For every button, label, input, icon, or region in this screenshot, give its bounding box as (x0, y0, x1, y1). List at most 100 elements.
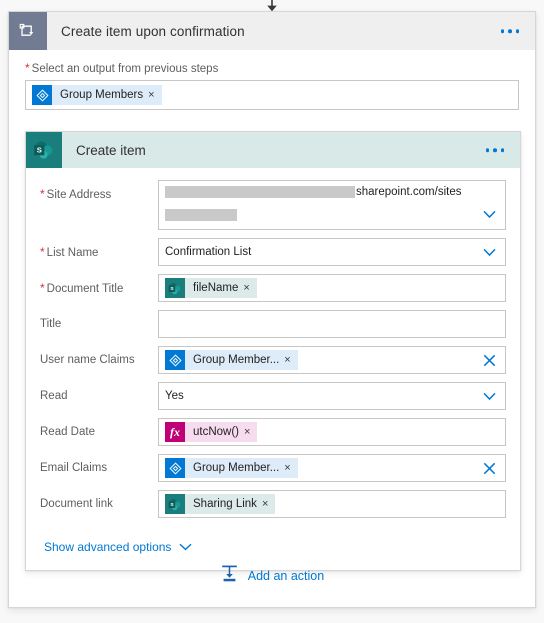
foreach-input-field[interactable]: Group Members × (25, 80, 519, 110)
redacted-text-block (165, 209, 237, 221)
token-remove-icon[interactable]: × (262, 498, 268, 510)
add-action-icon (220, 564, 239, 588)
list-name-combobox[interactable]: Confirmation List (158, 238, 506, 266)
sharepoint-icon: S (165, 494, 185, 514)
sharepoint-icon: S (26, 132, 62, 168)
ellipsis-dot (485, 148, 489, 152)
required-marker: * (40, 281, 45, 295)
token-chip-label: fileName × (185, 278, 257, 298)
ellipsis-dot (500, 29, 504, 33)
apply-to-each-menu-button[interactable] (497, 25, 524, 37)
add-an-action-label: Add an action (247, 569, 325, 583)
apply-to-each-body: * Select an output from previous steps G… (9, 50, 535, 110)
user-name-claims-field[interactable]: Group Member... × (158, 346, 506, 374)
label-text: Title (40, 318, 62, 330)
document-title-field[interactable]: S fileName × (158, 274, 506, 302)
title-input[interactable] (158, 310, 506, 338)
ellipsis-dot (493, 148, 497, 152)
foreach-input-label: * Select an output from previous steps (25, 62, 519, 75)
label-text: Document Title (46, 283, 124, 295)
token-chip-label: Group Member... × (185, 350, 298, 370)
create-item-form: * Site Address sharepoint.com/sites * Li… (26, 168, 520, 570)
token-chip-label: Sharing Link × (185, 494, 276, 514)
ellipsis-dot (515, 29, 519, 33)
show-advanced-options-label: Show advanced options (44, 540, 172, 554)
chevron-down-icon[interactable] (480, 205, 498, 223)
label-user-name-claims: User name Claims (40, 346, 158, 368)
chevron-down-icon[interactable] (480, 387, 498, 405)
required-marker: * (25, 61, 30, 75)
site-address-combobox[interactable]: sharepoint.com/sites (158, 180, 506, 230)
foreach-input-label-text: Select an output from previous steps (31, 63, 219, 75)
show-advanced-options-link[interactable]: Show advanced options (44, 540, 192, 554)
form-row-title: Title (40, 310, 506, 338)
label-text: Document link (40, 498, 113, 510)
token-chip-utcnow[interactable]: fx utcNow() × (165, 422, 258, 442)
read-value: Yes (165, 390, 184, 402)
token-chip-label: utcNow() × (185, 422, 258, 442)
sharepoint-icon: S (165, 278, 185, 298)
label-list-name: * List Name (40, 238, 158, 261)
apply-to-each-title: Create item upon confirmation (61, 23, 245, 39)
token-chip-label: Group Member... × (185, 458, 298, 478)
site-address-value-line2 (165, 208, 475, 226)
expression-fx-icon: fx (165, 422, 185, 442)
required-marker: * (40, 187, 45, 201)
site-address-value-line1: sharepoint.com/sites (165, 186, 475, 198)
token-remove-icon[interactable]: × (284, 354, 290, 366)
token-chip-group-members[interactable]: Group Members × (32, 85, 162, 105)
form-row-list-name: * List Name Confirmation List (40, 238, 506, 266)
redacted-text-block (165, 186, 355, 198)
document-link-field[interactable]: S Sharing Link × (158, 490, 506, 518)
azure-ad-diamond-icon (35, 88, 49, 102)
token-remove-icon[interactable]: × (244, 426, 250, 438)
label-document-title: * Document Title (40, 274, 158, 297)
label-text: List Name (46, 247, 99, 259)
label-document-link: Document link (40, 490, 158, 512)
azure-ad-icon (165, 458, 185, 478)
form-row-email-claims: Email Claims Group Member... × (40, 454, 506, 482)
label-email-claims: Email Claims (40, 454, 158, 476)
email-claims-field[interactable]: Group Member... × (158, 454, 506, 482)
label-text: Email Claims (40, 462, 108, 474)
chevron-down-icon (179, 540, 192, 554)
clear-icon[interactable] (480, 351, 498, 369)
apply-to-each-icon (9, 12, 47, 50)
read-date-field[interactable]: fx utcNow() × (158, 418, 506, 446)
sharepoint-logo-icon: S (34, 141, 53, 159)
form-row-document-title: * Document Title S fileName × (40, 274, 506, 302)
form-row-user-name-claims: User name Claims Group Member... × (40, 346, 506, 374)
apply-to-each-card: Create item upon confirmation * Select a… (8, 11, 536, 608)
label-read-date: Read Date (40, 418, 158, 440)
chevron-down-icon[interactable] (480, 243, 498, 261)
site-address-domain: sharepoint.com/sites (356, 186, 462, 198)
label-title: Title (40, 310, 158, 332)
ellipsis-dot (500, 148, 504, 152)
azure-ad-icon (32, 85, 52, 105)
token-chip-sharing-link[interactable]: S Sharing Link × (165, 494, 276, 514)
form-row-read: Read Yes (40, 382, 506, 410)
create-item-menu-button[interactable] (482, 144, 509, 156)
form-row-site-address: * Site Address sharepoint.com/sites (40, 180, 506, 230)
label-site-address: * Site Address (40, 180, 158, 203)
token-remove-icon[interactable]: × (243, 282, 249, 294)
apply-to-each-header[interactable]: Create item upon confirmation (9, 12, 535, 50)
read-combobox[interactable]: Yes (158, 382, 506, 410)
svg-text:S: S (37, 145, 42, 154)
add-an-action-button[interactable]: Add an action (220, 564, 324, 588)
token-remove-icon[interactable]: × (148, 89, 154, 101)
loop-icon (19, 23, 34, 36)
form-row-document-link: Document link S Sharing Link × (40, 490, 506, 518)
token-chip-group-members[interactable]: Group Member... × (165, 458, 298, 478)
azure-ad-icon (165, 350, 185, 370)
label-text: User name Claims (40, 354, 135, 366)
label-text: Read Date (40, 426, 95, 438)
token-remove-icon[interactable]: × (284, 462, 290, 474)
clear-icon[interactable] (480, 459, 498, 477)
label-text: Read (40, 390, 68, 402)
create-item-header[interactable]: S Create item (26, 132, 520, 168)
flow-designer-canvas: Create item upon confirmation * Select a… (0, 0, 544, 623)
token-chip-group-members[interactable]: Group Member... × (165, 350, 298, 370)
token-chip-filename[interactable]: S fileName × (165, 278, 257, 298)
form-row-read-date: Read Date fx utcNow() × (40, 418, 506, 446)
